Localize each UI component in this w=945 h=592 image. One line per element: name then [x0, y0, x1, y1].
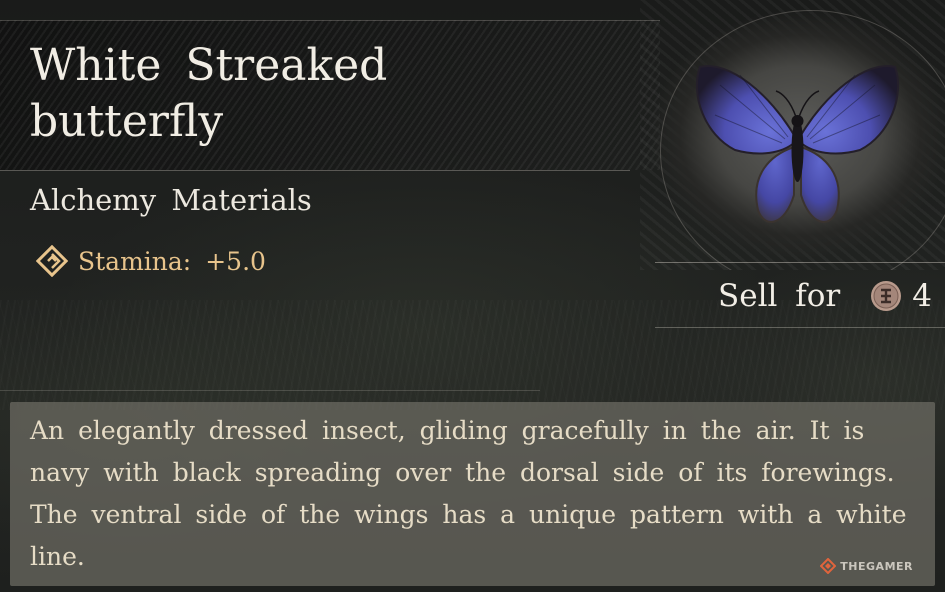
- item-name: White Streaked butterfly: [30, 40, 388, 147]
- stamina-diamond-icon: [35, 244, 69, 278]
- butterfly-image: [695, 65, 900, 223]
- title-divider: [0, 170, 630, 171]
- item-category: Alchemy Materials: [30, 183, 312, 217]
- stat-label: Stamina:: [78, 246, 192, 276]
- stat-value: +5.0: [205, 246, 266, 276]
- thegamer-logo-icon: [819, 557, 837, 575]
- coin-icon: [870, 280, 902, 312]
- top-divider: [0, 20, 660, 21]
- sell-label: Sell for: [718, 278, 841, 314]
- description-panel: An elegantly dressed insect, gliding gra…: [10, 402, 935, 586]
- watermark-text: THEGAMER: [840, 559, 913, 573]
- watermark: THEGAMER: [819, 557, 913, 575]
- sell-divider-top: [655, 262, 945, 263]
- sell-price: Sell for 4: [655, 268, 932, 324]
- sell-price-value: 4: [912, 278, 932, 314]
- stat-row: Stamina: +5.0: [35, 238, 266, 284]
- item-artwork: [640, 0, 945, 270]
- item-description: An elegantly dressed insect, gliding gra…: [30, 416, 907, 571]
- mid-divider: [0, 390, 540, 391]
- sell-divider-bottom: [655, 327, 945, 328]
